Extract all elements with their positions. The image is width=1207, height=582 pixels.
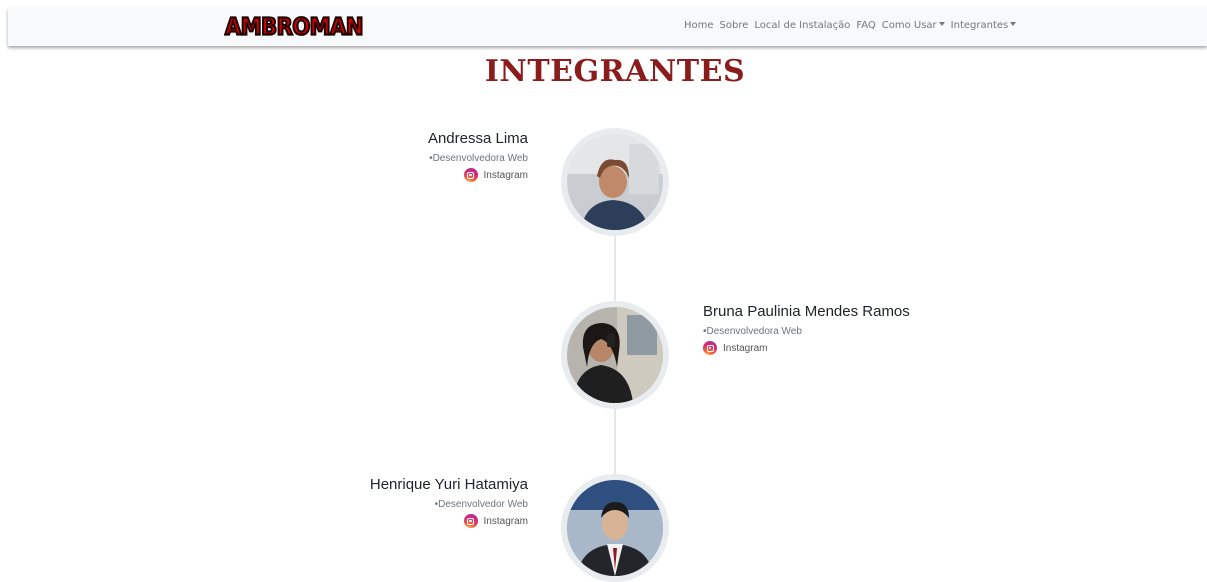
caret-down-icon: [938, 22, 945, 26]
nav-link-sobre[interactable]: Sobre: [720, 20, 749, 31]
member-role: •Desenvolvedora Web: [429, 153, 528, 164]
instagram-link[interactable]: Instagram: [463, 168, 528, 182]
member-photo: [567, 307, 663, 403]
instagram-icon: [463, 168, 478, 182]
instagram-icon: [463, 514, 478, 528]
site-logo[interactable]: AMBROMAN: [224, 13, 364, 42]
avatar: [561, 128, 669, 236]
member-photo: [567, 480, 663, 576]
navbar: AMBROMAN Home Sobre Local de Instalação …: [8, 8, 1207, 46]
nav-link-faq[interactable]: FAQ: [856, 20, 875, 31]
page-title: INTEGRANTES: [484, 54, 746, 89]
nav-links: Home Sobre Local de Instalação FAQ Como …: [684, 20, 1022, 31]
instagram-link-label: Instagram: [483, 515, 528, 527]
nav-dropdown-integrantes-label: Integrantes: [950, 20, 1009, 31]
avatar: [561, 474, 669, 582]
nav-link-home[interactable]: Home: [684, 20, 714, 31]
nav-link-local-instalacao[interactable]: Local de Instalação: [754, 20, 850, 31]
member-name: Henrique Yuri Hatamiya: [369, 476, 528, 493]
member-role: •Desenvolvedora Web: [703, 326, 802, 337]
instagram-link[interactable]: Instagram: [463, 514, 528, 528]
nav-dropdown-integrantes[interactable]: Integrantes: [951, 20, 1017, 31]
instagram-link-label: Instagram: [483, 169, 528, 181]
instagram-link[interactable]: Instagram: [703, 341, 767, 355]
member-name: Bruna Paulinia Mendes Ramos: [703, 303, 910, 320]
nav-dropdown-como-usar-label: Como Usar: [881, 20, 937, 31]
member-photo: [567, 134, 663, 230]
instagram-link-label: Instagram: [723, 342, 768, 354]
nav-dropdown-como-usar[interactable]: Como Usar: [882, 20, 945, 31]
avatar: [561, 301, 669, 409]
member-name: Andressa Lima: [427, 130, 528, 147]
instagram-icon: [703, 341, 717, 355]
member-role: •Desenvolvedor Web: [434, 499, 528, 510]
caret-down-icon: [1010, 22, 1017, 26]
